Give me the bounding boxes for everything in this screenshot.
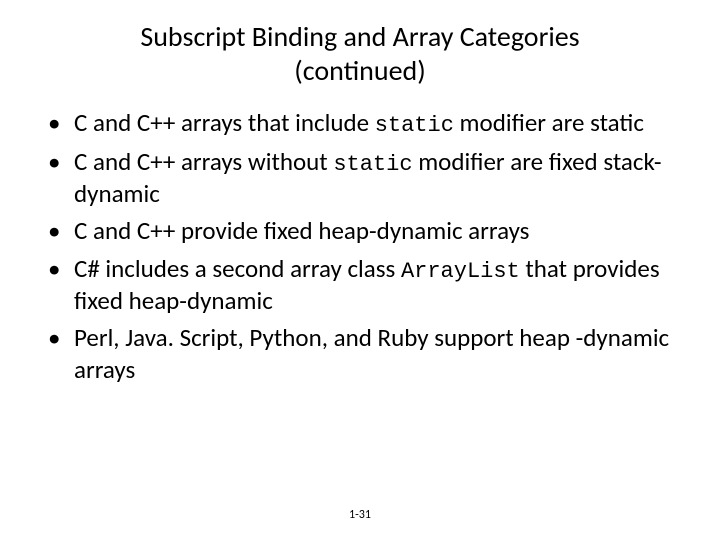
- title-line-1: Subscript Binding and Array Categories: [140, 19, 579, 54]
- bullet-1-text-b: modifier are static: [454, 107, 644, 138]
- bullet-item-5: Perl, Java. Script, Python, and Ruby sup…: [40, 322, 680, 385]
- bullet-4-text-a: C# includes a second array class: [74, 253, 401, 284]
- bullet-list: C and C++ arrays that include static mod…: [40, 107, 680, 385]
- bullet-item-2: C and C++ arrays without static modifier…: [40, 146, 680, 210]
- slide-title: Subscript Binding and Array Categories (…: [40, 20, 680, 87]
- bullet-item-1: C and C++ arrays that include static mod…: [40, 107, 680, 140]
- bullet-2-code: static: [333, 152, 412, 177]
- bullet-5-text: Perl, Java. Script, Python, and Ruby sup…: [74, 322, 669, 384]
- bullet-3-text: C and C++ provide fixed heap-dynamic arr…: [74, 215, 529, 246]
- bullet-item-4: C# includes a second array class ArrayLi…: [40, 253, 680, 317]
- slide: Subscript Binding and Array Categories (…: [0, 0, 720, 540]
- bullet-item-3: C and C++ provide fixed heap-dynamic arr…: [40, 215, 680, 246]
- title-line-2: (continued): [294, 53, 425, 88]
- bullet-2-text-a: C and C++ arrays without: [74, 146, 333, 177]
- bullet-1-code: static: [375, 113, 454, 138]
- bullet-4-code: ArrayList: [401, 259, 520, 284]
- bullet-1-text-a: C and C++ arrays that include: [74, 107, 375, 138]
- page-number: 1-31: [0, 508, 720, 522]
